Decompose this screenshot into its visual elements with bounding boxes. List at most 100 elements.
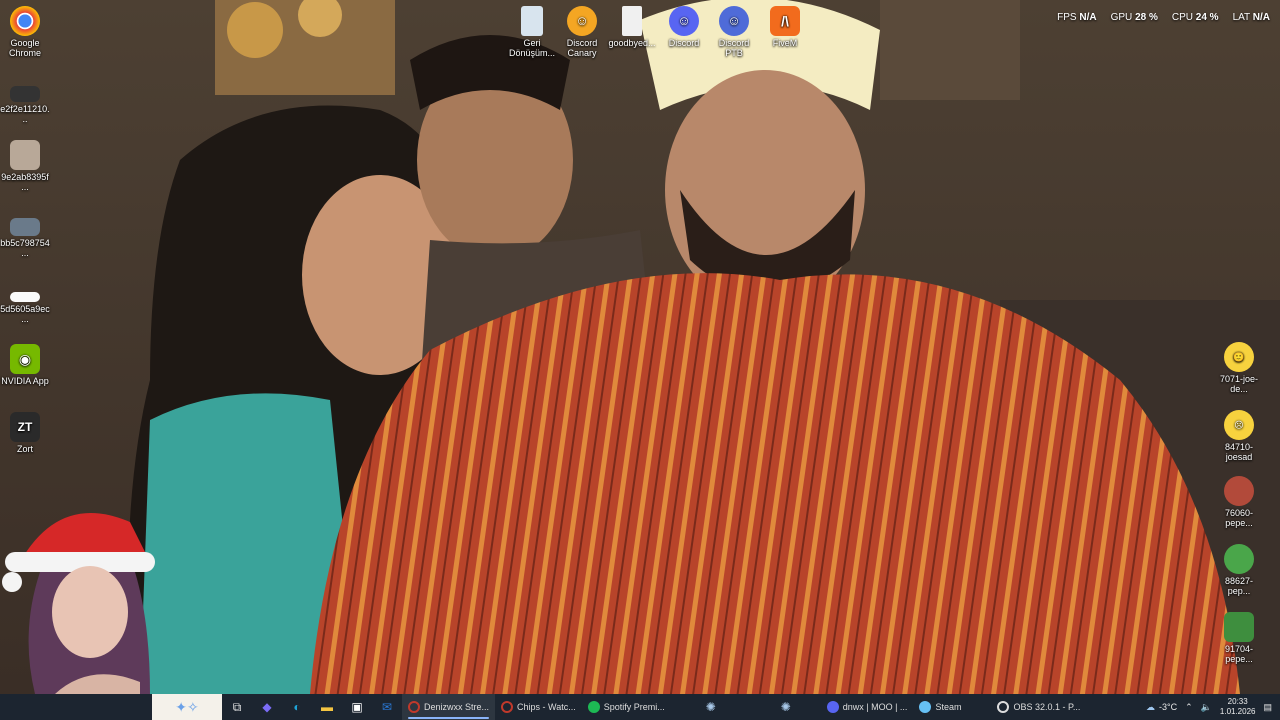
desktop-icon-label: Google Chrome (8, 38, 41, 58)
desktop-icon-discord-canary[interactable]: ☺ Discord Canary (557, 6, 607, 58)
opera-icon (408, 701, 420, 713)
clock[interactable]: 20:33 1.01.2026 (1220, 697, 1256, 717)
discord-icon: ☺ (669, 6, 699, 36)
edge-icon: ◐ (293, 700, 301, 714)
task-view-icon: ⧉ (232, 699, 242, 714)
app-gear-icon: ✺ (705, 700, 716, 714)
outlook-button[interactable]: ✉ (372, 694, 402, 720)
chevron-up-icon[interactable]: ⌃ (1185, 702, 1193, 713)
lat-value: N/A (1252, 12, 1270, 23)
desktop-icon-label: Geri Dönüşüm... (508, 38, 556, 58)
emoji-icon: ☹ (1224, 410, 1254, 440)
desktop-icon-image-file[interactable]: 9e2ab8395f... (0, 140, 50, 192)
taskbar-app-label: Spotify Premi... (603, 702, 665, 712)
task-view-button[interactable]: ⧉ (222, 694, 252, 720)
system-tray: ☁ -3°C ⌃ 🔈 20:33 1.01.2026 ▤ (1146, 694, 1280, 720)
fps-stat: FPS N/A (1057, 12, 1096, 23)
pepe-icon (1224, 544, 1254, 574)
desktop-wallpaper (0, 0, 1280, 694)
gpu-label: GPU (1110, 12, 1133, 23)
desktop-icon-pepe-file[interactable]: 91704-pepe... (1214, 612, 1264, 664)
desktop-icon-file[interactable]: goodbyed... (607, 6, 657, 48)
store-button[interactable]: ▣ (342, 694, 372, 720)
desktop-icon-image-file[interactable]: bb5c798754... (0, 218, 50, 258)
desktop-icon-pepe-file[interactable]: 76060-pepe... (1214, 476, 1264, 528)
desktop-icon-label: 76060-pepe... (1224, 508, 1254, 528)
desktop-icon-nvidia-app[interactable]: ◉ NVIDIA App (0, 344, 50, 386)
discord-ptb-icon: ☺ (719, 6, 749, 36)
gpu-value: 28 % (1135, 12, 1158, 23)
fivem-icon: /\ (770, 6, 800, 36)
desktop-icon-label: Discord PTB (718, 38, 750, 58)
recycle-bin-icon (521, 6, 543, 36)
taskbar-app-unknown-1[interactable]: ✺ (671, 694, 751, 720)
chrome-icon (10, 6, 40, 36)
fps-value: N/A (1079, 12, 1097, 23)
cpu-value: 24 % (1195, 12, 1219, 23)
desktop-icon-pepe-file[interactable]: 88627-pep... (1214, 544, 1264, 596)
store-icon: ▣ (351, 700, 363, 714)
desktop-icon-discord-ptb[interactable]: ☺ Discord PTB (709, 6, 759, 58)
webcam-overlay (0, 492, 160, 694)
desktop-icon-discord[interactable]: ☺ Discord (659, 6, 709, 48)
desktop-icon-image-file[interactable]: e2f2e11210... (0, 86, 50, 124)
cpu-stat: CPU 24 % (1172, 12, 1219, 23)
desktop-icon-label: FiveM (772, 38, 798, 48)
folder-icon: ▬ (321, 700, 333, 714)
desktop-icon-emoji-file[interactable]: ☹ 84710-joesad (1214, 410, 1264, 462)
opera-icon (501, 701, 514, 713)
zort-icon: ZT (10, 412, 40, 442)
desktop-icon-label: Discord (668, 38, 700, 48)
taskbar-app-opera-stream[interactable]: Denizwxx Stre... (402, 694, 496, 720)
desktop-icon-label: 7071-joe-de... (1219, 374, 1259, 394)
app-gear-icon: ✺ (780, 700, 791, 714)
desktop-icon-label: Discord Canary (566, 38, 598, 58)
performance-overlay: FPS N/A GPU 28 % CPU 24 % LAT N/A (1057, 12, 1270, 23)
widgets-button[interactable]: ✦✧ (152, 694, 222, 720)
file-explorer-button[interactable]: ▬ (312, 694, 342, 720)
taskbar-left: ✦✧ ⧉ ◆ ◐ ▬ ▣ ✉ Denizwxx Stre... Chips - … (152, 694, 1086, 720)
desktop-icon-label: goodbyed... (608, 38, 656, 48)
desktop-icon-zort[interactable]: ZT Zort (0, 412, 50, 454)
taskbar-app-obs[interactable]: OBS 32.0.1 - P... (991, 694, 1086, 720)
fps-label: FPS (1057, 12, 1077, 23)
image-file-icon (10, 140, 40, 170)
pepe-icon (1224, 612, 1254, 642)
taskbar-app-spotify[interactable]: Spotify Premi... (582, 694, 671, 720)
desktop-icon-label: 91704-pepe... (1224, 644, 1254, 664)
obs-icon (997, 701, 1010, 713)
lat-stat: LAT N/A (1233, 12, 1270, 23)
desktop-icon-label: e2f2e11210... (0, 104, 50, 124)
desktop-icon-emoji-file[interactable]: 🙂 7071-joe-de... (1214, 342, 1264, 394)
taskbar-app-opera-chips[interactable]: Chips - Watc... (495, 694, 582, 720)
taskbar-app-discord[interactable]: dnwx | MOO | ... (821, 694, 914, 720)
desktop-icon-google-chrome[interactable]: Google Chrome (0, 6, 50, 58)
lat-label: LAT (1232, 12, 1250, 23)
file-icon (622, 6, 642, 36)
nvidia-icon: ◉ (10, 344, 40, 374)
speaker-icon[interactable]: 🔈 (1201, 702, 1212, 713)
cloud-icon: ☁ (1146, 701, 1156, 712)
notification-icon[interactable]: ▤ (1263, 702, 1272, 713)
taskbar-app-label: Steam (935, 702, 962, 712)
sparkle-icon: ✦✧ (175, 698, 199, 715)
image-file-icon (10, 292, 40, 302)
taskbar-app-label: dnwx | MOO | ... (842, 702, 908, 712)
desktop-icon-image-file[interactable]: 5d5605a9ec... (0, 292, 50, 324)
taskbar-app-steam[interactable]: Steam (913, 694, 967, 720)
taskbar-app-label: Denizwxx Stre... (424, 702, 490, 712)
desktop-icon-label: bb5c798754... (0, 238, 50, 258)
taskbar-app-label: OBS 32.0.1 - P... (1013, 702, 1081, 712)
discord-canary-icon: ☺ (567, 6, 597, 36)
edge-button[interactable]: ◐ (282, 694, 312, 720)
image-file-icon (10, 218, 40, 236)
desktop-icon-fivem[interactable]: /\ FiveM (760, 6, 810, 48)
discord-icon (826, 701, 839, 713)
copilot-button[interactable]: ◆ (252, 694, 282, 720)
taskbar-app-unknown-2[interactable]: ✺ (751, 694, 821, 720)
desktop-icon-label: NVIDIA App (1, 376, 49, 386)
desktop-icon-label: 88627-pep... (1224, 576, 1254, 596)
desktop-icon-recycle-bin[interactable]: Geri Dönüşüm... (507, 6, 557, 58)
weather-widget[interactable]: ☁ -3°C (1146, 702, 1177, 713)
desktop-icon-label: 5d5605a9ec... (0, 304, 50, 324)
